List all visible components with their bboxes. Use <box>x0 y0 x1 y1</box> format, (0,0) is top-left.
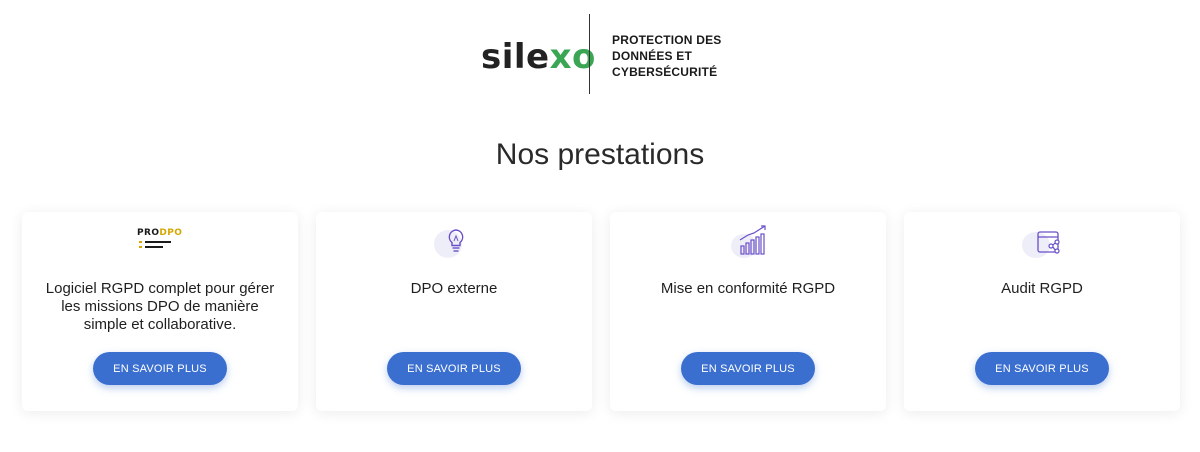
learn-more-button[interactable]: EN SAVOIR PLUS <box>975 352 1109 385</box>
service-card-text: Mise en conformité RGPD <box>660 280 836 297</box>
logo-text-accent: x <box>549 37 573 77</box>
bar-chart-growth-icon <box>718 224 778 260</box>
service-card-text: Audit RGPD <box>1001 280 1083 297</box>
brand-header: sile x o PROTECTION DES DONNÉES ET CYBER… <box>0 14 1200 94</box>
prodpo-logo-text-b: DPO <box>159 228 183 238</box>
lightbulb-icon <box>424 224 484 260</box>
service-card-prodpo: PRODPO Logiciel RGPD complet pour gérer … <box>22 212 298 411</box>
service-card-text: Logiciel RGPD complet pour gérer les mis… <box>45 280 275 333</box>
browser-share-icon <box>1012 224 1072 260</box>
service-card-mise-en-conformite: Mise en conformité RGPD EN SAVOIR PLUS <box>610 212 886 411</box>
learn-more-button[interactable]: EN SAVOIR PLUS <box>681 352 815 385</box>
tagline-line-2: DONNÉES ET <box>612 49 693 63</box>
silexo-logo[interactable]: sile x o <box>481 40 596 74</box>
section-title: Nos prestations <box>495 138 705 171</box>
service-card-audit-rgpd: Audit RGPD EN SAVOIR PLUS <box>904 212 1180 411</box>
service-card-dpo-externe: DPO externe EN SAVOIR PLUS <box>316 212 592 411</box>
services-cards: PRODPO Logiciel RGPD complet pour gérer … <box>0 212 1200 412</box>
prodpo-logo-text-a: PRO <box>137 228 160 238</box>
brand-tagline: PROTECTION DES DONNÉES ET CYBERSÉCURITÉ <box>612 32 752 80</box>
header-divider <box>589 14 590 94</box>
learn-more-button[interactable]: EN SAVOIR PLUS <box>93 352 227 385</box>
service-card-text: DPO externe <box>410 280 498 297</box>
logo-text-suffix: o <box>572 37 596 77</box>
tagline-line-1: PROTECTION DES <box>612 33 722 47</box>
prodpo-logo-icon: PRODPO <box>137 228 183 254</box>
logo-text-prefix: sile <box>481 37 550 77</box>
tagline-line-3: CYBERSÉCURITÉ <box>612 65 718 79</box>
learn-more-button[interactable]: EN SAVOIR PLUS <box>387 352 521 385</box>
